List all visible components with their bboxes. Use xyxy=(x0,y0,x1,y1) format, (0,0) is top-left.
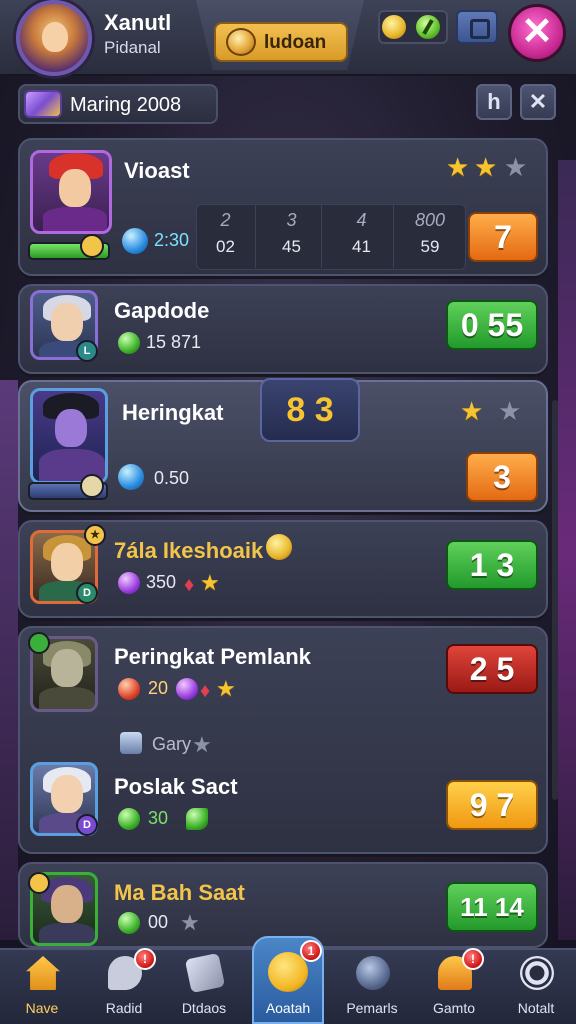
orb-icon xyxy=(356,956,390,990)
gold-coin-icon xyxy=(382,15,406,39)
score-badge: 0 55 xyxy=(446,300,538,350)
score-badge: 1 3 xyxy=(446,540,538,590)
inbox-button[interactable] xyxy=(456,10,498,44)
star-icon: ★ xyxy=(180,910,200,935)
stat-column: 2 02 xyxy=(196,204,256,268)
notification-badge: ! xyxy=(462,948,484,970)
score-badge: 7 xyxy=(468,212,538,262)
trophy-icon xyxy=(226,28,256,56)
season-chest-icon xyxy=(24,90,62,118)
emoji-badge-icon xyxy=(80,234,104,258)
nav-item-person[interactable]: ! Gamto xyxy=(414,948,494,1024)
leaf-icon xyxy=(186,808,208,830)
target-icon xyxy=(520,956,554,990)
green-gem-icon xyxy=(118,808,140,830)
star-icon: ★ xyxy=(460,396,484,426)
blue-gem-icon xyxy=(122,228,148,254)
leaf-badge-icon xyxy=(28,632,50,654)
red-gem-icon xyxy=(118,678,140,700)
player-row-name: Vioast xyxy=(124,158,190,183)
star-icon: ★ xyxy=(192,732,212,757)
star-icon: ★ xyxy=(200,570,220,595)
class-badge-icon: L xyxy=(76,340,98,362)
scrollbar[interactable] xyxy=(552,400,558,800)
nav-item-emoji[interactable]: 1 Aoatah xyxy=(248,940,328,1024)
leaderboard-tab-label: ludoan xyxy=(264,32,327,53)
score-badge: 9 7 xyxy=(446,780,538,830)
row-sub-label: Gary xyxy=(152,734,192,754)
green-gem-icon xyxy=(416,15,440,39)
emoji-badge-icon xyxy=(80,474,104,498)
row-stat: 20 xyxy=(148,678,169,698)
green-gem-icon xyxy=(118,912,140,934)
player-row-name: Ma Bah Saat xyxy=(114,880,245,905)
hero-portrait xyxy=(30,388,108,484)
row-stat: 350 xyxy=(146,572,177,592)
rank-score-popup: 8 3 xyxy=(260,378,360,442)
stat-column: 4 41 xyxy=(330,204,394,268)
player-name: Xanutl xyxy=(104,10,172,35)
close-button[interactable]: ✕ xyxy=(508,4,566,62)
flame-icon: ♦ xyxy=(184,574,195,596)
star-icon: ★ xyxy=(474,152,498,182)
player-row-name: Poslak Sact xyxy=(114,774,238,799)
score-badge: 2 5 xyxy=(446,644,538,694)
row-stat: 30 xyxy=(148,808,169,828)
purple-gem-icon xyxy=(118,572,140,594)
nav-item-home[interactable]: Nave xyxy=(2,948,82,1024)
home-icon xyxy=(26,956,60,990)
nav-item-target[interactable]: Notalt xyxy=(496,948,576,1024)
player-avatar[interactable] xyxy=(16,0,92,76)
hero-portrait xyxy=(30,150,112,234)
nav-item-cards[interactable]: Dtdaos xyxy=(164,948,244,1024)
dismiss-button[interactable]: ✕ xyxy=(520,84,556,120)
crown-badge-icon: ★ xyxy=(84,524,106,546)
green-gem-icon xyxy=(118,332,140,354)
gold-coin-icon xyxy=(266,534,292,560)
player-row-name: Gapdode xyxy=(114,298,210,323)
score-badge: 11 14 xyxy=(446,882,538,932)
score-badge: 3 xyxy=(466,452,538,502)
blue-gem-icon xyxy=(118,464,144,490)
star-icon: ★ xyxy=(446,152,470,182)
arena-glow-left xyxy=(0,380,18,940)
coin-badge-icon xyxy=(28,872,50,894)
arena-glow-right xyxy=(558,160,576,940)
gem-value: 2:30 xyxy=(154,230,190,250)
class-badge-icon: D xyxy=(76,814,98,836)
star-icon: ★ xyxy=(498,396,522,426)
nav-item-chat[interactable]: ! Radid xyxy=(84,948,164,1024)
class-badge-icon: D xyxy=(76,582,98,604)
row-stat: 15 871 xyxy=(146,332,202,352)
player-subtitle: Pidanal xyxy=(104,38,161,57)
stat-column: 3 45 xyxy=(262,204,322,268)
notification-badge: ! xyxy=(134,948,156,970)
gem-value: 0.50 xyxy=(154,468,190,488)
player-row-name: Heringkat xyxy=(122,400,224,425)
star-icon: ★ xyxy=(216,676,236,701)
star-icon: ★ xyxy=(504,152,528,182)
nav-item-orb[interactable]: Pemarls xyxy=(332,948,412,1024)
flame-icon: ♦ xyxy=(200,680,211,702)
player-row-name: Peringkat Pemlank xyxy=(114,644,311,669)
filter-button[interactable]: h xyxy=(476,84,512,120)
season-label: Maring 2008 xyxy=(70,94,182,116)
player-row-name: 7ála Ikeshoaik xyxy=(114,538,264,563)
shield-icon xyxy=(120,732,142,754)
row-stat: 00 xyxy=(148,912,169,932)
stat-column: 800 59 xyxy=(414,210,446,256)
notification-badge: 1 xyxy=(300,940,322,962)
purple-gem-icon xyxy=(176,678,198,700)
cards-icon xyxy=(184,952,226,994)
